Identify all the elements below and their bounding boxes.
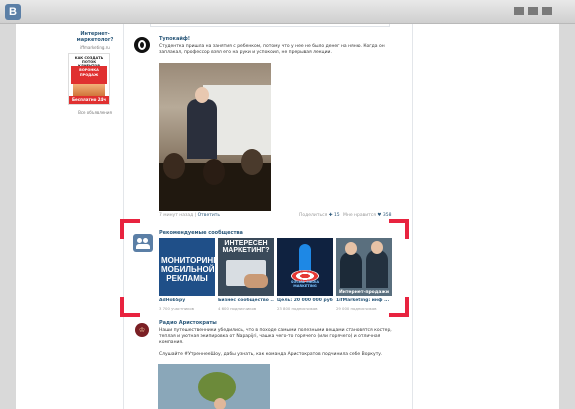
card-image-text: ИНТЕРЕСЕН МАРКЕТИНГ? — [222, 240, 270, 254]
community-card[interactable]: ИНТЕРЕСЕН МАРКЕТИНГ? — [218, 238, 274, 296]
like-button[interactable]: Мне нравится ♥ 358 — [343, 213, 391, 218]
post-text: Наши путешественники убедились, что в по… — [159, 328, 392, 345]
person-figure — [366, 250, 388, 288]
communities-icon — [133, 234, 153, 252]
professor-head — [195, 87, 209, 103]
like-label: Мне нравится — [343, 213, 376, 218]
post-photo[interactable] — [158, 364, 270, 409]
post-time[interactable]: 7 минут назад — [159, 213, 193, 218]
professor-figure — [187, 99, 217, 159]
person-head — [371, 241, 383, 254]
previous-post-border — [150, 24, 390, 27]
maximize-icon[interactable] — [528, 7, 538, 15]
vk-logo-icon[interactable]: В — [5, 4, 21, 20]
card-image-text: Интернет-продажи — [338, 290, 390, 295]
post-text-hashtag: Слушайте #УтреннееШоу, дабы узнать, как … — [159, 352, 383, 357]
card-image-text: SOCIAL MEDIA MARKETING — [290, 280, 320, 288]
post-photo[interactable] — [159, 63, 271, 211]
highlight-bracket — [389, 313, 409, 317]
post-text: Студентка пришла на занятия с ребенком, … — [159, 44, 385, 55]
ad-domain: iffmarketing.ru — [80, 45, 110, 50]
radio-avatar-icon[interactable]: ♔ — [135, 323, 149, 337]
post-author[interactable]: Тупокайф! — [159, 36, 190, 42]
student-head — [163, 153, 185, 179]
community-name[interactable]: AdHobSpy — [159, 298, 215, 303]
post-meta: 7 минут назад | Ответить — [159, 213, 221, 218]
highlight-bracket — [120, 313, 140, 317]
hand-illustration — [244, 274, 268, 288]
person-head — [345, 242, 357, 255]
highlight-bracket — [120, 219, 140, 223]
share-label: Поделиться — [299, 213, 328, 218]
person-figure — [340, 252, 362, 288]
post-avatar[interactable] — [134, 37, 150, 53]
close-icon[interactable] — [542, 7, 552, 15]
community-name[interactable]: Цель: 20 000 000 руб... — [277, 298, 333, 303]
community-members: 23 800 подписчиков — [277, 306, 318, 311]
community-name[interactable]: 1ifMarketing: инф ... — [336, 298, 392, 303]
community-members: 4 600 подписчиков — [218, 306, 257, 311]
reply-link[interactable]: Ответить — [198, 213, 220, 218]
student-head — [203, 159, 225, 185]
ad-book-heading: КАК СОЗДАТЬ ПОТОК КЛИЕНТОВ — [74, 56, 104, 68]
share-button[interactable]: Поделиться ✚ 15 — [299, 213, 340, 218]
window-title-bar: В — [0, 0, 575, 24]
post-author[interactable]: Радио Аристократы — [159, 320, 217, 326]
like-count: 358 — [382, 213, 392, 218]
community-card[interactable]: МОНИТОРИНГ МОБИЛЬНОЙ РЕКЛАМЫ — [159, 238, 215, 296]
ad-book-illustration — [73, 84, 105, 96]
student-head — [241, 149, 263, 175]
ad-title[interactable]: Интернет-маркетолог? — [66, 31, 124, 43]
share-count: 15 — [333, 213, 340, 218]
ad-book-title: ВОРОНКА ПРОДАЖ — [71, 66, 107, 84]
ad-image[interactable]: КАК СОЗДАТЬ ПОТОК КЛИЕНТОВ ВОРОНКА ПРОДА… — [68, 53, 110, 105]
avatar-logo-icon — [138, 40, 146, 50]
card-image-text: МОНИТОРИНГ МОБИЛЬНОЙ РЕКЛАМЫ — [161, 256, 215, 283]
community-card[interactable]: Интернет-продажи — [336, 238, 392, 296]
person-head — [214, 398, 226, 409]
community-name[interactable]: Бизнес сообщество ... — [218, 298, 274, 303]
all-ads-link[interactable]: Все объявления — [66, 110, 124, 115]
minimize-icon[interactable] — [514, 7, 524, 15]
community-members: 29 000 подписчиков — [336, 306, 377, 311]
highlight-bracket — [389, 219, 409, 223]
recommended-title: Рекомендуемые сообщества — [159, 230, 243, 236]
community-card[interactable]: SOCIAL MEDIA MARKETING — [277, 238, 333, 296]
community-members: 3 700 участников — [159, 306, 194, 311]
ad-book-offer: Бесплатно 24ч — [69, 96, 109, 104]
